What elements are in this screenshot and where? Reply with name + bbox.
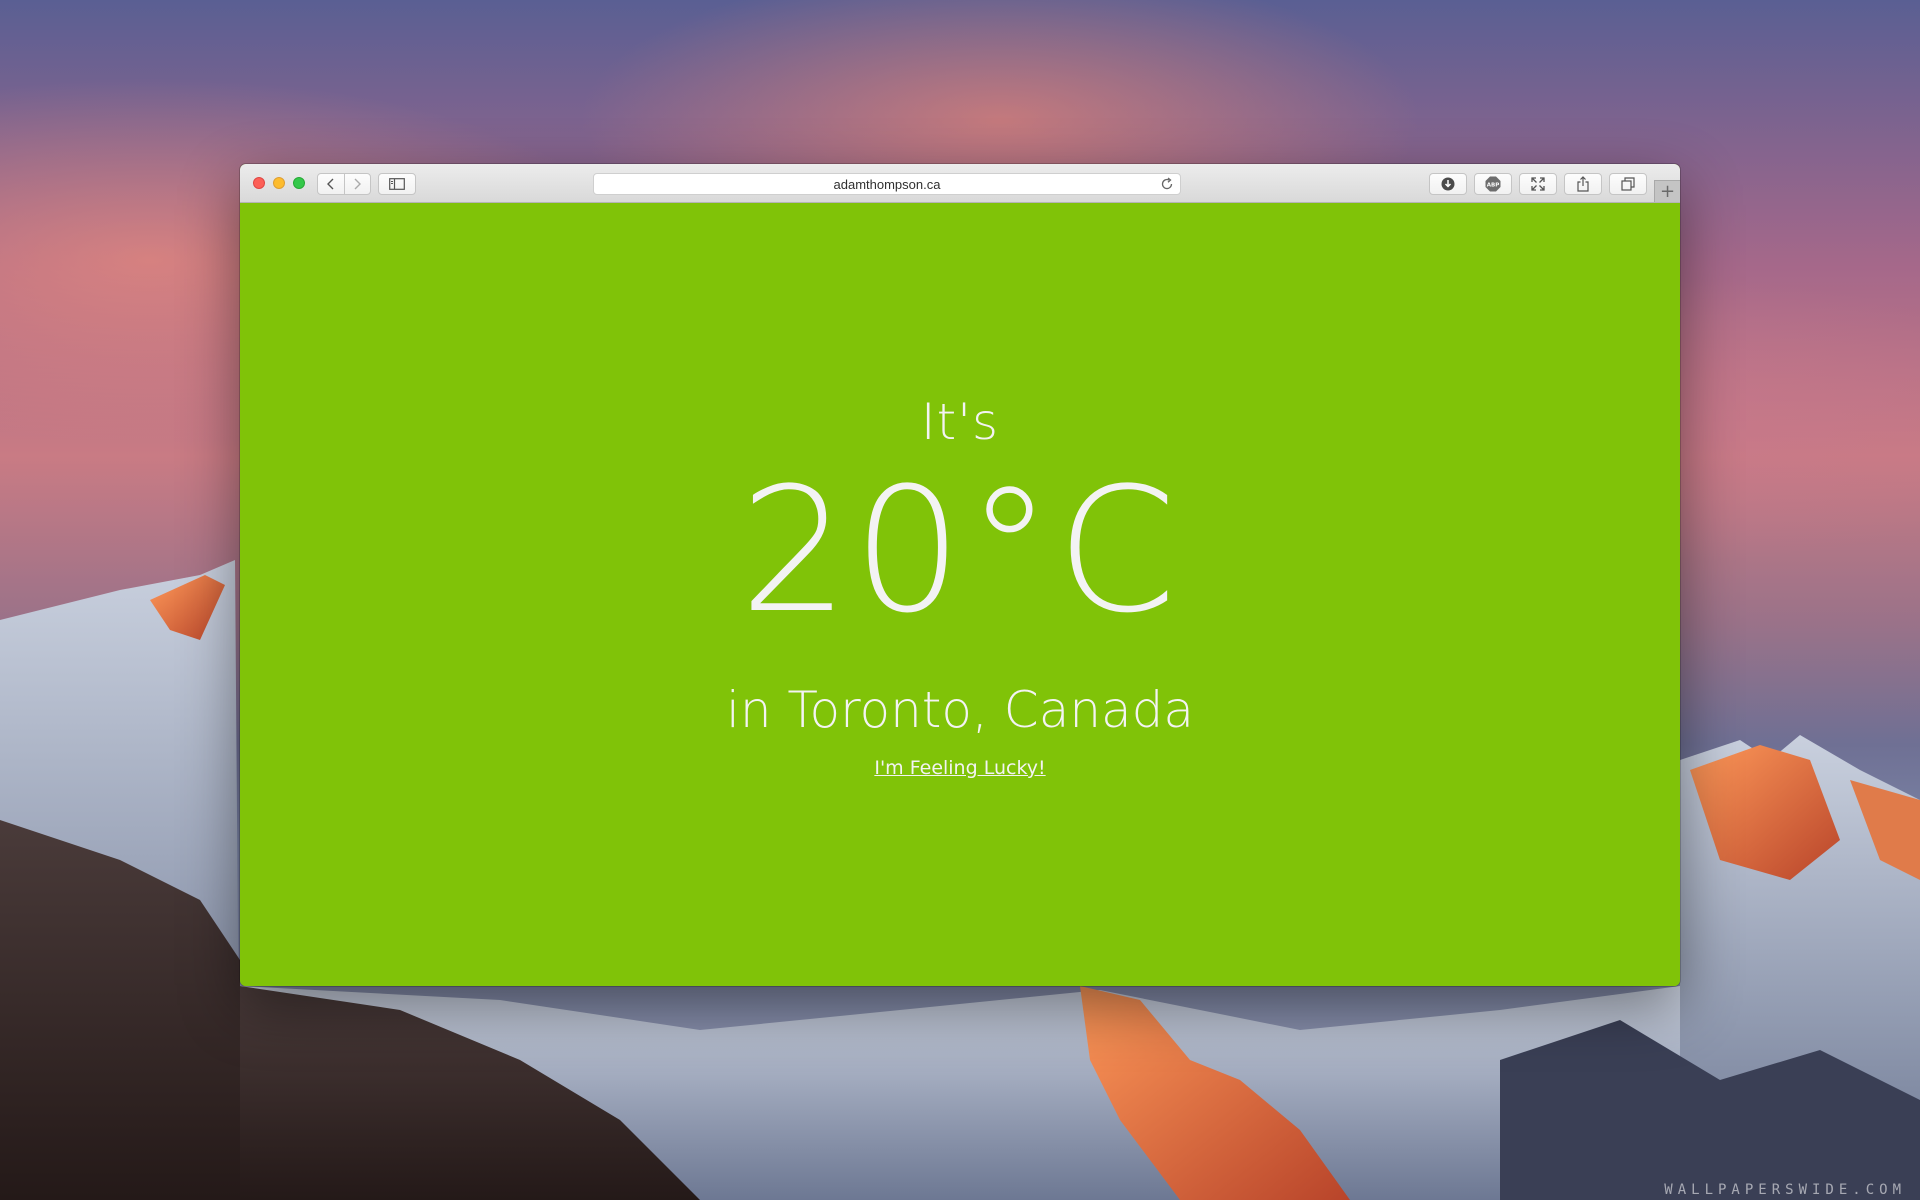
desktop: adamthompson.ca ABP + It's 20°C in Toron… [0, 0, 1920, 1200]
minimize-window-button[interactable] [273, 177, 285, 189]
back-button[interactable] [318, 174, 344, 194]
fullscreen-button[interactable] [1519, 173, 1557, 195]
adblock-icon: ABP [1485, 176, 1501, 192]
zoom-window-button[interactable] [293, 177, 305, 189]
history-nav [317, 173, 371, 195]
wallpaper-watermark: WALLPAPERSWIDE.COM [1664, 1182, 1906, 1198]
chevron-right-icon [354, 178, 362, 190]
sidebar-icon [389, 178, 405, 190]
new-tab-button[interactable]: + [1654, 180, 1680, 202]
close-window-button[interactable] [253, 177, 265, 189]
page-content: It's 20°C in Toronto, Canada I'm Feeling… [240, 203, 1680, 986]
download-icon [1441, 177, 1455, 191]
downloads-button[interactable] [1429, 173, 1467, 195]
forward-button[interactable] [343, 174, 371, 194]
fullscreen-icon [1531, 177, 1545, 191]
location-text: in Toronto, Canada [725, 681, 1195, 739]
reload-icon[interactable] [1160, 177, 1174, 191]
address-bar[interactable]: adamthompson.ca [593, 173, 1181, 195]
intro-text: It's [920, 393, 1000, 451]
url-text: adamthompson.ca [833, 176, 941, 192]
svg-text:ABP: ABP [1487, 183, 1499, 189]
temperature-reading: 20°C [739, 450, 1181, 651]
browser-toolbar: adamthompson.ca ABP + [240, 164, 1680, 203]
share-button[interactable] [1564, 173, 1602, 195]
tabs-overview-icon [1621, 177, 1635, 191]
feeling-lucky-link[interactable]: I'm Feeling Lucky! [240, 757, 1680, 779]
browser-window: adamthompson.ca ABP + It's 20°C in Toron… [240, 164, 1680, 986]
tabs-overview-button[interactable] [1609, 173, 1647, 195]
sidebar-toggle-button[interactable] [378, 173, 416, 195]
chevron-left-icon [326, 178, 334, 190]
adblock-button[interactable]: ABP [1474, 173, 1512, 195]
share-icon [1577, 176, 1589, 192]
